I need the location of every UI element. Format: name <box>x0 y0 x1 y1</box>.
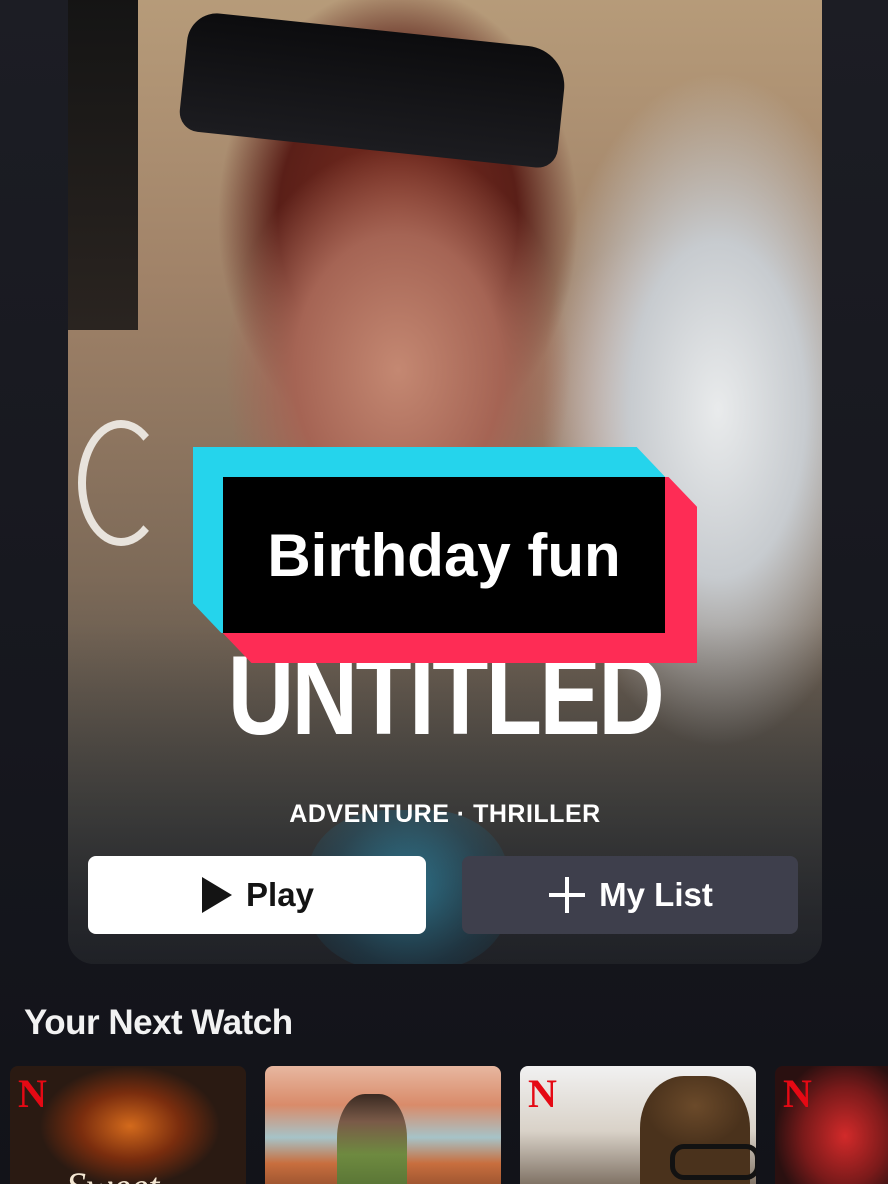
play-icon <box>200 876 234 914</box>
glasses-graphic <box>670 1144 756 1180</box>
title-card[interactable]: N <box>520 1066 756 1184</box>
netflix-n-icon: N <box>18 1071 47 1116</box>
caption-sticker: Birthday fun <box>193 447 697 663</box>
play-button-label: Play <box>246 876 314 913</box>
my-list-button[interactable]: My List <box>462 856 798 934</box>
play-button[interactable]: Play <box>88 856 426 934</box>
section-title: Your Next Watch <box>24 1003 293 1042</box>
sunglasses-graphic <box>177 10 569 170</box>
title-card[interactable] <box>265 1066 501 1184</box>
hero-genres: ADVENTURE · THRILLER <box>289 800 601 828</box>
next-watch-row: N Sweet N N <box>0 1066 888 1184</box>
netflix-n-icon: N <box>528 1071 557 1116</box>
page: UNTITLED ADVENTURE · THRILLER Play My Li… <box>0 0 888 1184</box>
title-card[interactable]: N Sweet <box>10 1066 246 1184</box>
title-card-text: Sweet <box>66 1163 159 1184</box>
my-list-button-label: My List <box>599 876 713 913</box>
plus-icon <box>547 875 587 915</box>
title-card[interactable]: N <box>775 1066 888 1184</box>
netflix-n-icon: N <box>783 1071 812 1116</box>
person-graphic <box>337 1094 407 1184</box>
caption-text: Birthday fun <box>223 477 665 633</box>
earring-graphic <box>78 420 164 546</box>
